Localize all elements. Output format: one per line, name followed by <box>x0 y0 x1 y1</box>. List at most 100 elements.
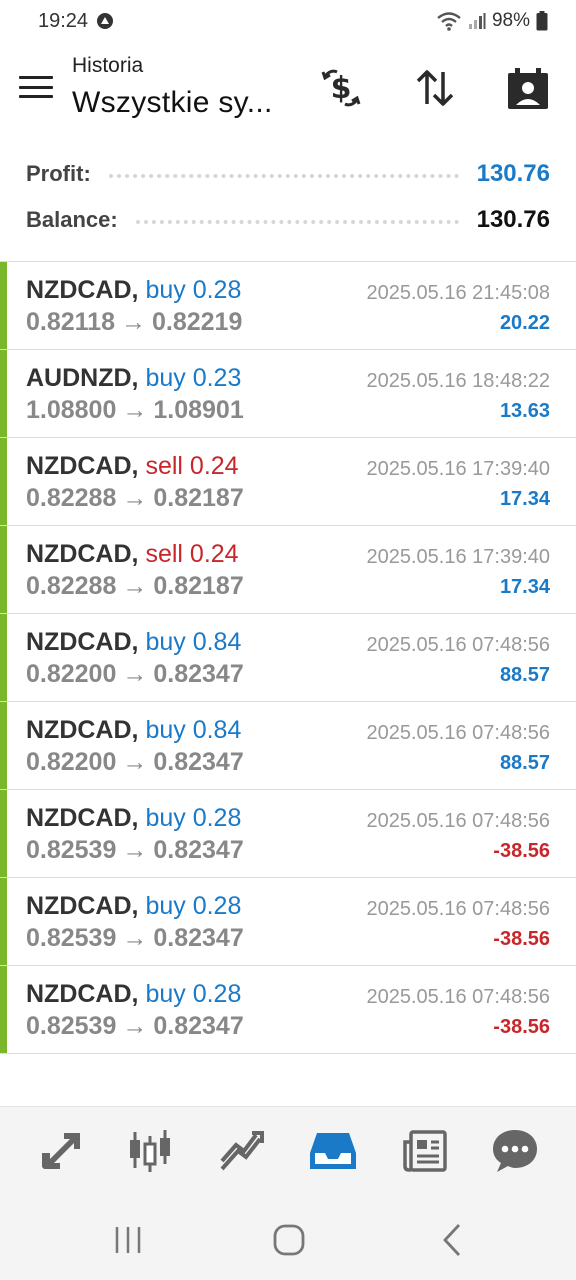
trade-open-price: 0.82539 <box>26 1012 117 1040</box>
svg-text:$: $ <box>331 71 352 106</box>
sort-icon[interactable] <box>409 64 461 112</box>
trade-prices: 0.82539 → 0.82347 <box>26 1012 244 1041</box>
balance-label: Balance: <box>26 207 118 232</box>
trade-direction-volume: buy 0.28 <box>145 804 242 832</box>
trade-direction-volume: buy 0.23 <box>145 364 242 392</box>
trade-icon[interactable] <box>214 1125 270 1177</box>
trade-close-price: 0.82347 <box>153 924 244 952</box>
trade-open-price: 0.82539 <box>26 924 117 952</box>
trade-prices: 0.82288 → 0.82187 <box>26 572 244 601</box>
trade-close-price: 0.82347 <box>153 660 244 688</box>
trade-status-bar <box>0 790 7 877</box>
trade-open-price: 0.82200 <box>26 660 117 688</box>
home-icon[interactable] <box>269 1220 309 1260</box>
trade-profit: 13.63 <box>499 400 550 422</box>
history-icon[interactable] <box>305 1125 361 1177</box>
trade-symbol: NZDCAD, <box>26 628 139 656</box>
trade-symbol-line: NZDCAD, buy 0.28 <box>26 276 241 305</box>
trade-date: 2025.05.16 07:48:56 <box>366 634 550 656</box>
profit-value: 130.76 <box>476 160 550 187</box>
arrow-right-icon: → <box>122 396 148 424</box>
currency-exchange-icon[interactable]: $ <box>315 64 367 112</box>
battery-percent: 98% <box>491 10 530 31</box>
notification-icon <box>96 12 114 30</box>
system-nav-bar <box>0 1196 576 1280</box>
trade-row[interactable]: NZDCAD, buy 0.84 0.82200 → 0.82347 2025.05.1… <box>0 614 576 702</box>
profit-dots <box>108 174 459 178</box>
arrow-right-icon: → <box>121 308 146 336</box>
app-header: Historia Wszystkie sy... $ <box>0 42 576 134</box>
trade-row[interactable]: NZDCAD, sell 0.24 0.82288 → 0.82187 2025.05.… <box>0 526 576 614</box>
trade-date: 2025.05.16 07:48:56 <box>366 810 550 832</box>
trade-prices: 1.08800 → 1.08901 <box>26 396 244 425</box>
trade-symbol-line: NZDCAD, buy 0.84 <box>26 716 241 745</box>
wifi-icon <box>436 11 462 31</box>
trade-symbol-line: AUDNZD, buy 0.23 <box>26 364 241 393</box>
status-time: 19:24 <box>38 9 89 32</box>
trade-direction-volume: sell 0.24 <box>145 540 239 568</box>
menu-icon[interactable] <box>18 72 54 102</box>
trade-close-price: 0.82187 <box>153 572 244 600</box>
trade-close-price: 0.82347 <box>153 836 244 864</box>
profit-row: Profit: 130.76 <box>26 154 550 194</box>
trade-direction-volume: buy 0.84 <box>145 716 242 744</box>
arrow-right-icon: → <box>122 1012 148 1040</box>
trade-row[interactable]: NZDCAD, buy 0.84 0.82200 → 0.82347 2025.05.1… <box>0 702 576 790</box>
trade-direction-volume: buy 0.84 <box>145 628 242 656</box>
header-subtitle: Historia <box>72 54 144 77</box>
trade-date: 2025.05.16 17:39:40 <box>366 546 550 568</box>
trade-open-price: 1.08800 <box>26 396 117 424</box>
trade-prices: 0.82200 → 0.82347 <box>26 660 244 689</box>
bottom-nav <box>0 1106 576 1196</box>
trade-row[interactable]: NZDCAD, buy 0.28 0.82539 → 0.82347 2025.05.1… <box>0 790 576 878</box>
trade-row[interactable]: NZDCAD, buy 0.28 0.82539 → 0.82347 2025.05.1… <box>0 966 576 1054</box>
profit-label: Profit: <box>26 161 91 186</box>
balance-row: Balance: 130.76 <box>26 200 550 240</box>
trade-status-bar <box>0 702 7 789</box>
quotes-icon[interactable] <box>32 1125 88 1177</box>
header-title[interactable]: Wszystkie sy... <box>72 86 273 120</box>
trade-open-price: 0.82288 <box>26 484 117 512</box>
trade-status-bar <box>0 526 7 613</box>
trade-open-price: 0.82118 <box>26 308 115 336</box>
trade-prices: 0.82539 → 0.82347 <box>26 836 244 865</box>
trade-date: 2025.05.16 07:48:56 <box>366 898 550 920</box>
trade-close-price: 0.82187 <box>153 484 244 512</box>
recent-apps-icon[interactable] <box>108 1220 148 1260</box>
trade-date: 2025.05.16 07:48:56 <box>366 986 550 1008</box>
chart-icon[interactable] <box>122 1125 178 1177</box>
trade-row[interactable]: NZDCAD, buy 0.28 0.82539 → 0.82347 2025.05.1… <box>0 878 576 966</box>
trade-date: 2025.05.16 18:48:22 <box>366 370 550 392</box>
trade-close-price: 0.82347 <box>153 748 244 776</box>
trade-open-price: 0.82200 <box>26 748 117 776</box>
trade-symbol: NZDCAD, <box>26 980 139 1008</box>
chat-icon[interactable] <box>487 1125 543 1177</box>
trade-direction-volume: buy 0.28 <box>145 892 242 920</box>
trade-symbol-line: NZDCAD, buy 0.28 <box>26 892 241 921</box>
trade-close-price: 0.82219 <box>152 308 243 336</box>
trade-status-bar <box>0 350 7 437</box>
back-icon[interactable] <box>432 1220 472 1260</box>
trade-direction-volume: sell 0.24 <box>145 452 239 480</box>
trade-symbol: NZDCAD, <box>26 892 139 920</box>
trade-direction-volume: buy 0.28 <box>145 980 242 1008</box>
trade-symbol: NZDCAD, <box>26 276 139 304</box>
summary-panel: Profit: 130.76 Balance: 130.76 <box>0 150 576 260</box>
trade-date: 2025.05.16 21:45:08 <box>366 282 550 304</box>
trade-prices: 0.82288 → 0.82187 <box>26 484 244 513</box>
trade-row[interactable]: AUDNZD, buy 0.23 1.08800 → 1.08901 2025.05.1… <box>0 350 576 438</box>
trade-profit: 88.57 <box>499 752 550 774</box>
trade-status-bar <box>0 614 7 701</box>
trade-symbol: NZDCAD, <box>26 452 139 480</box>
trade-row[interactable]: NZDCAD, buy 0.28 0.82118 → 0.82219 2025.05.1… <box>0 262 576 350</box>
trade-profit: 17.34 <box>499 576 550 598</box>
arrow-right-icon: → <box>122 748 148 776</box>
signal-icon <box>468 12 486 30</box>
trade-prices: 0.82539 → 0.82347 <box>26 924 244 953</box>
trade-row[interactable]: NZDCAD, sell 0.24 0.82288 → 0.82187 2025.05.… <box>0 438 576 526</box>
trade-symbol: AUDNZD, <box>26 364 139 392</box>
news-icon[interactable] <box>397 1125 453 1177</box>
calendar-icon[interactable] <box>502 64 554 112</box>
trade-status-bar <box>0 438 7 525</box>
trade-symbol-line: NZDCAD, buy 0.84 <box>26 628 241 657</box>
